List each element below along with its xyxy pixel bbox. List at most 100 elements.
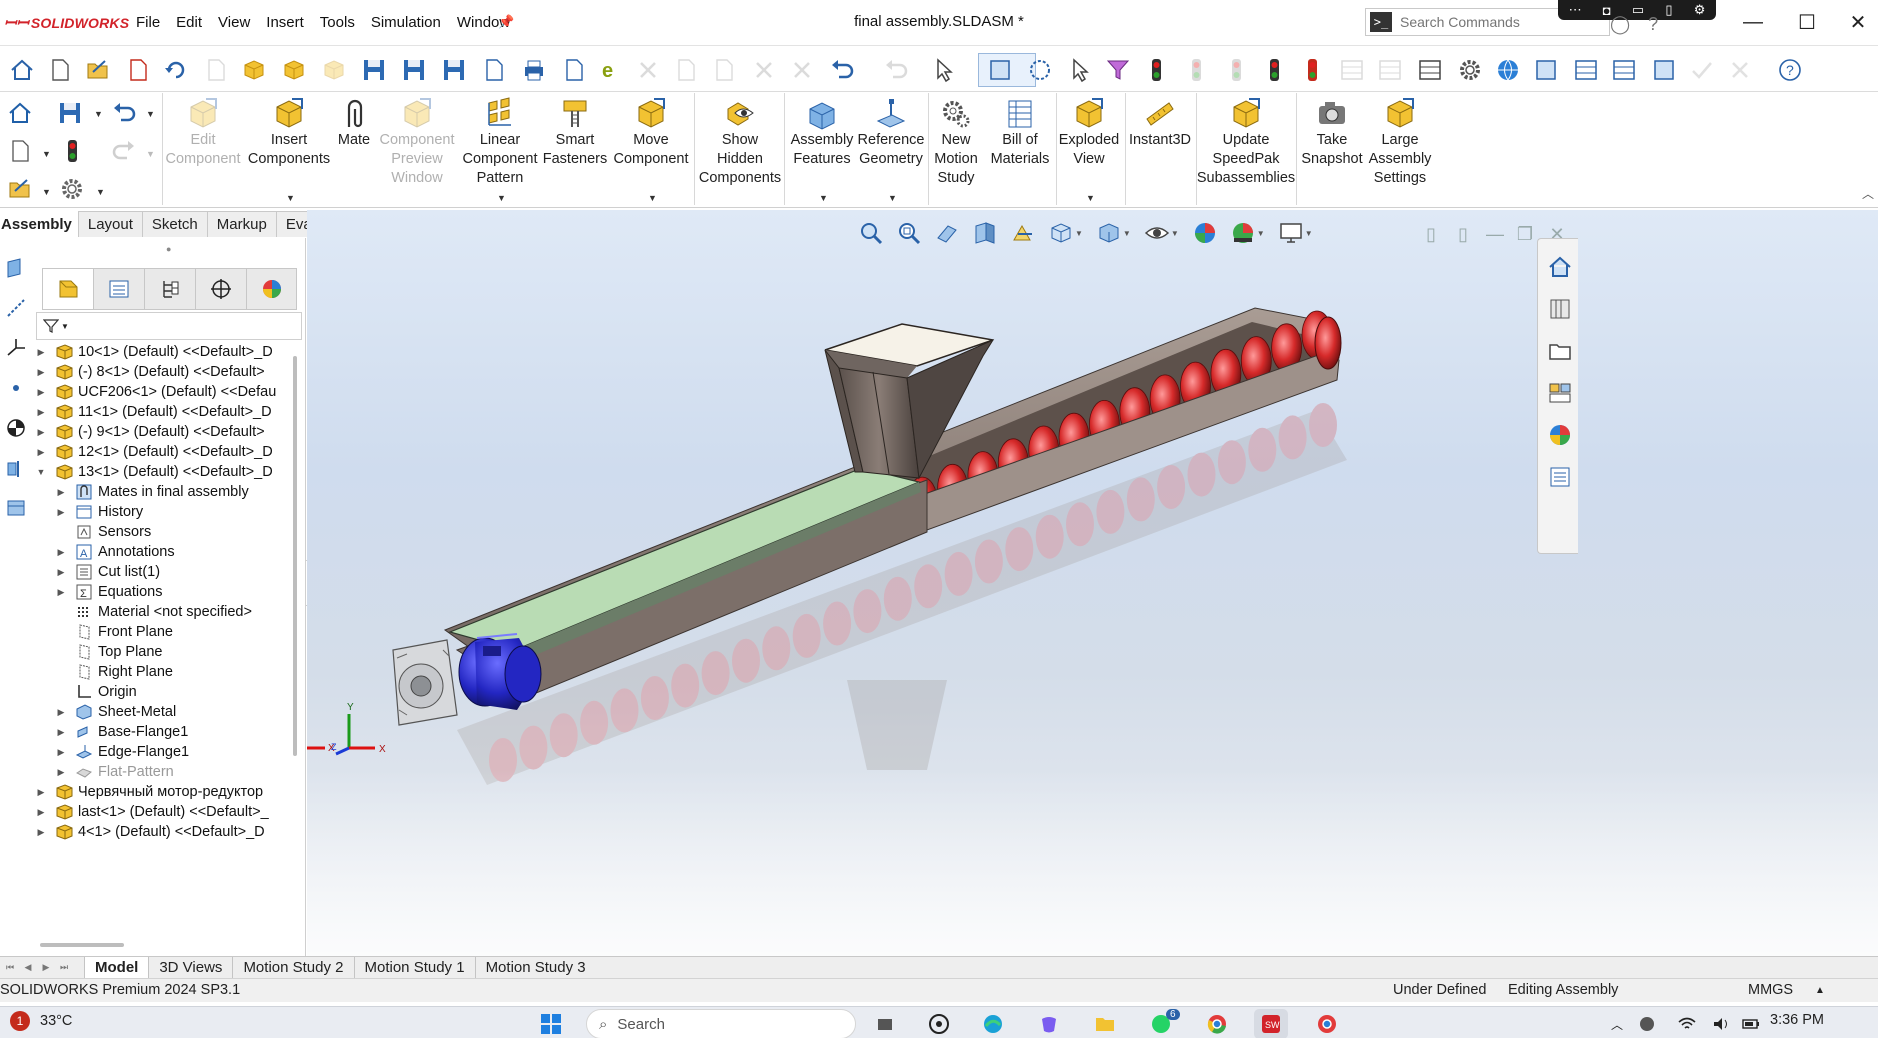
chrome-profile-icon[interactable]: [1310, 1009, 1344, 1038]
help-icon[interactable]: ?: [1648, 14, 1658, 35]
menu-edit[interactable]: Edit: [168, 12, 210, 33]
bottom-tab-model[interactable]: Model: [84, 956, 149, 979]
display-style-icon[interactable]: [1093, 218, 1125, 248]
view-palette-icon[interactable]: [1544, 377, 1576, 409]
expand-toggle-icon[interactable]: ▶: [34, 347, 48, 358]
options-gear-icon[interactable]: [58, 175, 86, 203]
chatgpt-icon[interactable]: [922, 1009, 956, 1038]
cmd-large-assembly-button[interactable]: Large Assembly Settings: [1360, 97, 1440, 188]
appearances-icon[interactable]: [1544, 419, 1576, 451]
wifi-icon[interactable]: [1670, 1009, 1704, 1038]
user-icon[interactable]: ◯: [1610, 14, 1630, 35]
save-icon[interactable]: [360, 56, 388, 84]
expand-toggle-icon[interactable]: ▶: [54, 767, 68, 778]
menu-insert[interactable]: Insert: [258, 12, 312, 33]
feature-manager-tab[interactable]: [42, 268, 93, 310]
whatsapp-icon[interactable]: 6: [1144, 1009, 1180, 1038]
panel-grip[interactable]: ●: [166, 244, 171, 254]
taskbar-search[interactable]: ⌕ Search: [586, 1009, 856, 1038]
graphics-area[interactable]: Y X Y X Z ▼ ▼ ▼ ▼ ▼ ▯ ▯ — ❐ ✕: [307, 210, 1878, 956]
close-button[interactable]: ✕: [1838, 8, 1878, 36]
viewport-tile-left-icon[interactable]: ▯: [1417, 220, 1445, 248]
minimize-button[interactable]: —: [1733, 8, 1773, 36]
solidworks-logo[interactable]: ꟷꟷ SOLIDWORKS: [4, 10, 129, 36]
rebuild-icon[interactable]: [162, 56, 190, 84]
web-icon[interactable]: [1494, 56, 1522, 84]
properties-icon[interactable]: [560, 56, 588, 84]
apply-scene-icon[interactable]: [1227, 218, 1259, 248]
tray-chevron-icon[interactable]: ︿: [1600, 1009, 1634, 1038]
select-icon[interactable]: [930, 56, 958, 84]
viewport-minimize-icon[interactable]: —: [1481, 220, 1509, 248]
expand-toggle-icon[interactable]: ▶: [34, 427, 48, 438]
first-tab-icon[interactable]: ⏮: [2, 960, 18, 976]
box-select-icon[interactable]: [986, 56, 1014, 84]
hide-show-items-icon[interactable]: [1141, 218, 1173, 248]
component-icon[interactable]: [280, 56, 308, 84]
expand-toggle-icon[interactable]: ▶: [34, 787, 48, 798]
cmd-dropdown-icon[interactable]: ▼: [819, 193, 828, 203]
units-selector[interactable]: MMGS: [1748, 982, 1793, 998]
cmd-assembly-features-button[interactable]: Assembly Features: [782, 97, 862, 169]
expand-toggle-icon[interactable]: ▶: [34, 827, 48, 838]
cmd-smart-fasteners-button[interactable]: Smart Fasteners: [535, 97, 615, 169]
lasso-icon[interactable]: [1026, 56, 1054, 84]
cmd-move-component-button[interactable]: Move Component: [611, 97, 691, 169]
task-view-icon[interactable]: [868, 1009, 902, 1038]
tree-row[interactable]: ▶ 4<1> (Default) <<Default>_D: [34, 820, 265, 844]
file-explorer-taskbar-icon[interactable]: [1088, 1009, 1122, 1038]
view-orientation-icon[interactable]: [1045, 218, 1077, 248]
pin-icon[interactable]: 📌: [498, 14, 514, 30]
cmd-bill-of-materials-button[interactable]: Bill of Materials: [980, 97, 1060, 169]
axis-triad-icon[interactable]: [3, 334, 29, 362]
expand-toggle-icon[interactable]: ▼: [34, 467, 48, 477]
property-manager-tab[interactable]: [93, 268, 144, 310]
weather-widget[interactable]: 1 33°C: [10, 1011, 72, 1031]
solidworks-taskbar-icon[interactable]: SW: [1254, 1009, 1288, 1038]
expand-toggle-icon[interactable]: ▶: [34, 367, 48, 378]
last-tab-icon[interactable]: ⏭: [56, 960, 72, 976]
tree-horizontal-scrollbar[interactable]: [36, 938, 302, 952]
prev-tab-icon[interactable]: ◀: [20, 960, 36, 976]
zoom-to-area-icon[interactable]: [893, 218, 925, 248]
cmd-speedpak-button[interactable]: Update SpeedPak Subassemblies: [1197, 97, 1295, 188]
center-of-mass-icon[interactable]: [3, 414, 29, 442]
copilot-icon[interactable]: [1032, 1009, 1066, 1038]
filter-icon[interactable]: [1104, 56, 1132, 84]
cmd-dropdown-icon[interactable]: ▼: [1086, 193, 1095, 203]
split-h-icon[interactable]: [1572, 56, 1600, 84]
bottom-tab-motion-study-2[interactable]: Motion Study 2: [232, 956, 353, 979]
open-icon[interactable]: [6, 175, 34, 203]
menu-simulation[interactable]: Simulation: [363, 12, 449, 33]
tree-vertical-scrollbar[interactable]: [290, 346, 300, 938]
expand-toggle-icon[interactable]: ▶: [34, 447, 48, 458]
expand-toggle-icon[interactable]: ▶: [54, 587, 68, 598]
expand-toggle-icon[interactable]: ▶: [54, 547, 68, 558]
close-doc-icon[interactable]: [124, 56, 152, 84]
split-v-icon[interactable]: [1610, 56, 1638, 84]
expand-toggle-icon[interactable]: ▶: [34, 387, 48, 398]
more-icon[interactable]: ⋯: [1569, 2, 1582, 18]
edrawings-icon[interactable]: e: [596, 56, 624, 84]
printer-icon[interactable]: [520, 56, 548, 84]
custom-properties-icon[interactable]: [1544, 461, 1576, 493]
cmd-dropdown-icon[interactable]: ▼: [286, 193, 295, 203]
configuration-manager-tab[interactable]: [144, 268, 195, 310]
cmd-show-hidden-button[interactable]: Show Hidden Components: [699, 97, 781, 188]
expand-toggle-icon[interactable]: ▶: [34, 807, 48, 818]
chrome-icon[interactable]: [1200, 1009, 1234, 1038]
section-view-hu-icon[interactable]: [969, 218, 1001, 248]
single-view-icon[interactable]: [1650, 56, 1678, 84]
options-icon[interactable]: [1456, 56, 1484, 84]
tray-app-icon[interactable]: [1630, 1009, 1664, 1038]
expand-toggle-icon[interactable]: ▶: [54, 747, 68, 758]
save-as-icon[interactable]: [400, 56, 428, 84]
cmd-dropdown-icon[interactable]: ▼: [648, 193, 657, 203]
dimxpert-manager-tab[interactable]: [195, 268, 246, 310]
help-icon[interactable]: ?: [1776, 56, 1804, 84]
previous-view-icon[interactable]: [931, 218, 963, 248]
expand-toggle-icon[interactable]: ▶: [54, 487, 68, 498]
new-document-icon[interactable]: [6, 137, 34, 165]
rect-icon[interactable]: ▯: [1665, 2, 1672, 18]
next-tab-icon[interactable]: ▶: [38, 960, 54, 976]
